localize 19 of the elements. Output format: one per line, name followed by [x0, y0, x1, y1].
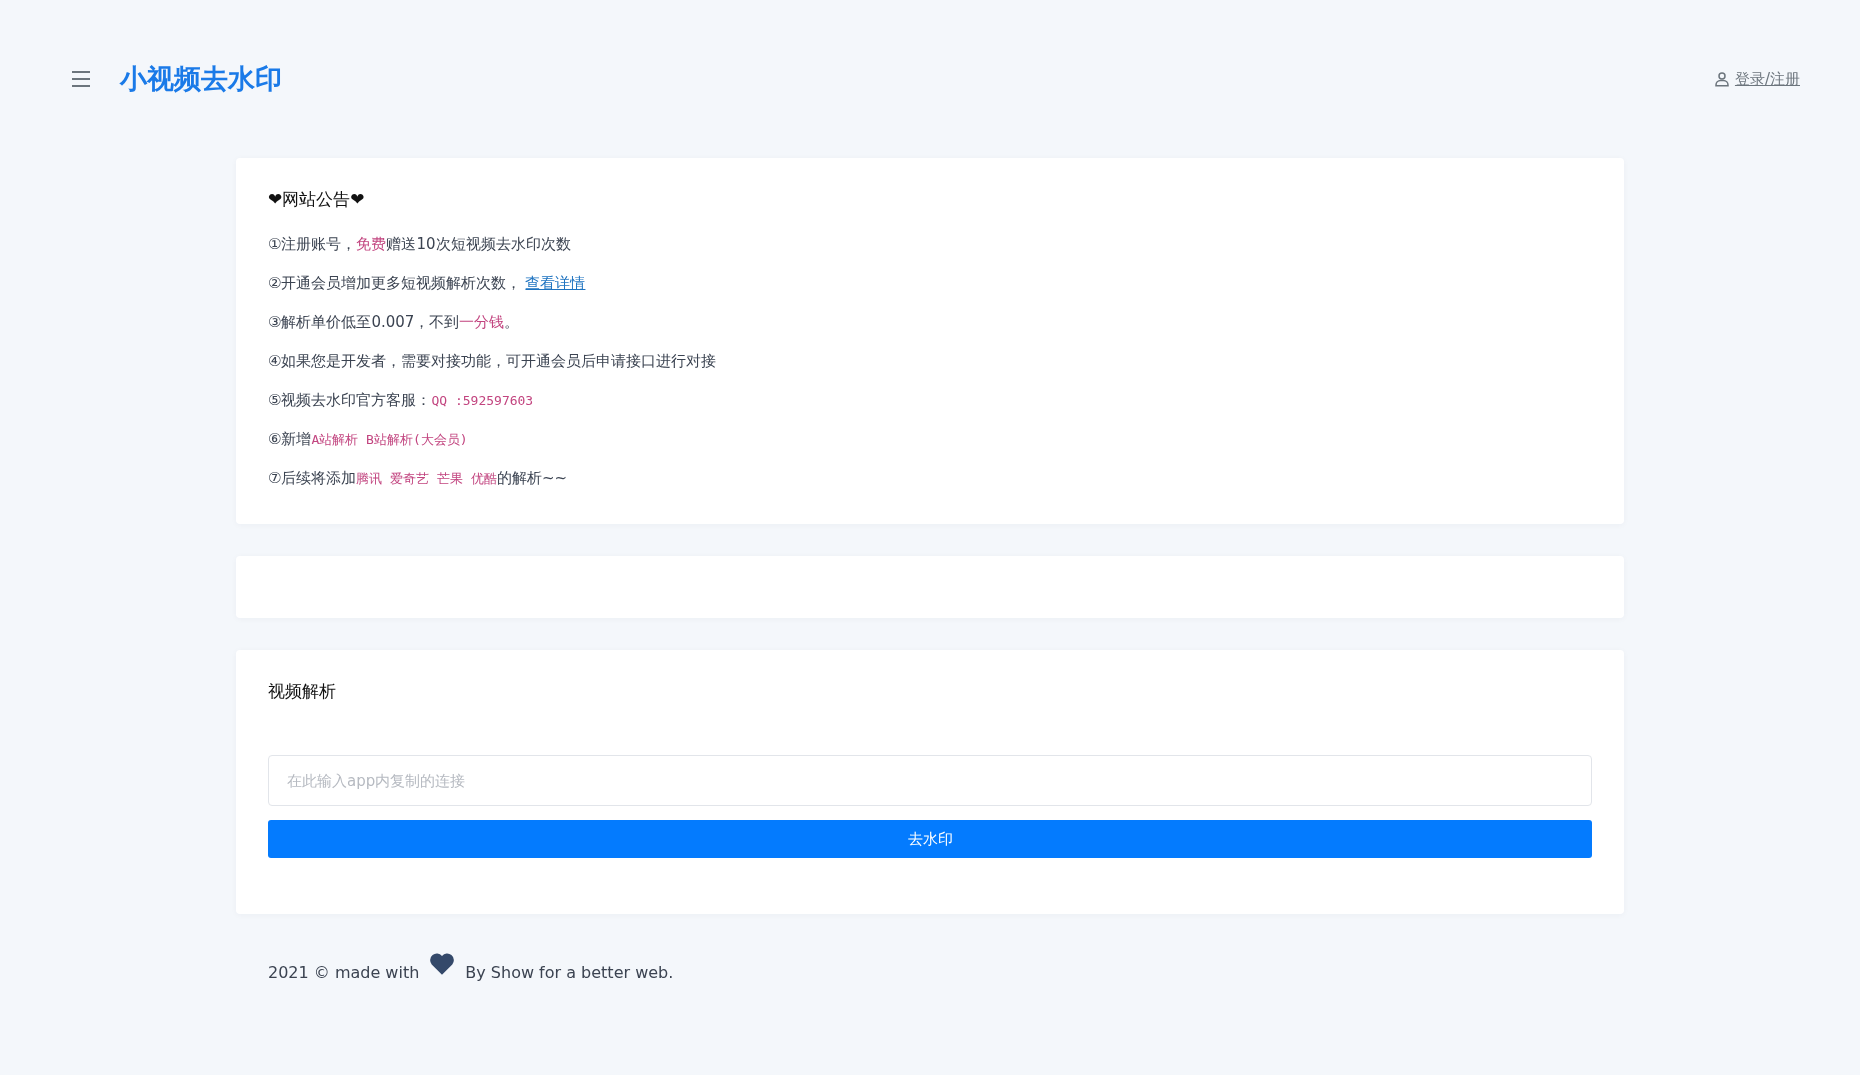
- notice-line: ⑦后续将添加腾讯 爱奇艺 芒果 优酷的解析~~: [268, 469, 569, 488]
- user-icon: [1712, 70, 1731, 88]
- link-input-field[interactable]: 在此输入app内复制的连接: [268, 755, 1592, 806]
- footer-text: By Show for a better web.: [465, 963, 674, 982]
- footer-text: 2021 © made with: [268, 963, 420, 982]
- menu-icon[interactable]: [72, 71, 90, 87]
- login-link[interactable]: 登录/注册: [1712, 69, 1800, 89]
- notice-line: ①注册账号，免费赠送10次短视频去水印次数: [268, 235, 572, 254]
- notice-line: ④如果您是开发者，需要对接功能，可开通会员后申请接口进行对接: [268, 352, 718, 371]
- notice-line: ②开通会员增加更多短视频解析次数， 查看详情: [268, 274, 587, 293]
- notice-title: ❤网站公告❤: [268, 188, 366, 211]
- heart-icon: [429, 952, 456, 976]
- site-title: 小视频去水印: [120, 62, 282, 96]
- notice-line: ⑤视频去水印官方客服：QQ :592597603: [268, 391, 535, 410]
- notice-line: ⑥新增A站解析 B站解析(大会员): [268, 430, 469, 449]
- notice-line: ③解析单价低至0.007，不到一分钱。: [268, 313, 521, 332]
- remove-watermark-button[interactable]: 去水印: [268, 820, 1592, 858]
- details-link[interactable]: 查看详情: [525, 274, 586, 292]
- parser-title: 视频解析: [268, 680, 337, 703]
